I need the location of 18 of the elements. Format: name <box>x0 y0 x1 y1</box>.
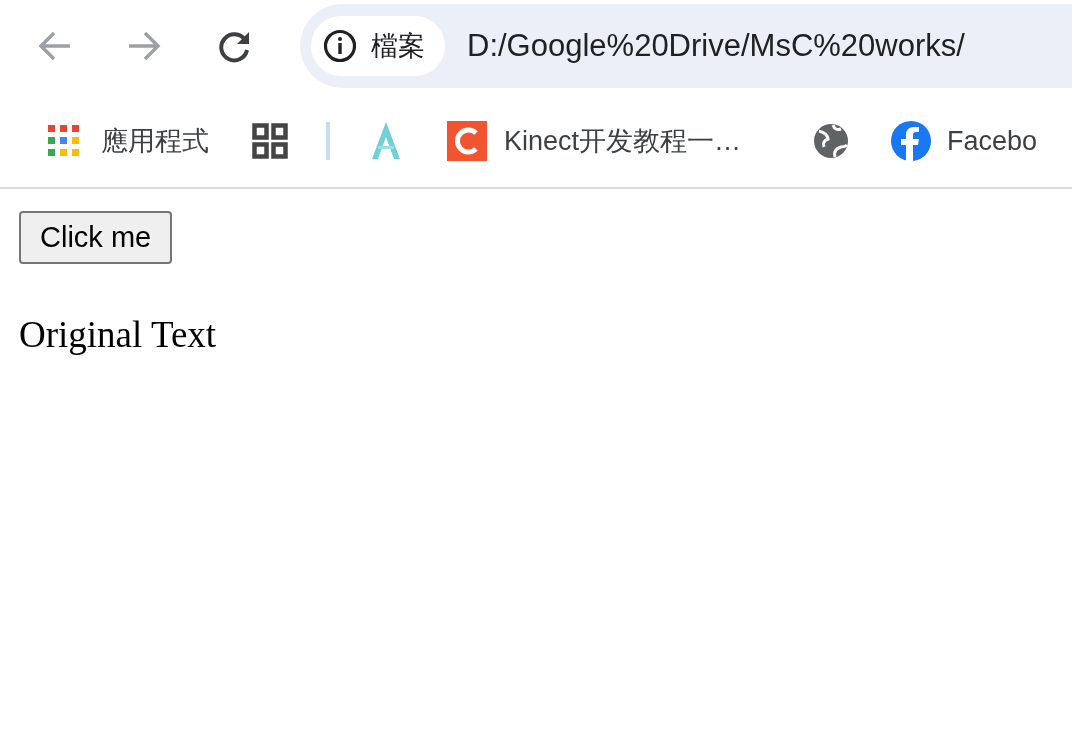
paragraph-text: Original Text <box>19 313 218 357</box>
bookmark-item[interactable]: Facebo <box>891 120 1038 162</box>
bookmark-item[interactable]: 應用程式 <box>47 120 209 162</box>
grid-icon[interactable] <box>252 123 288 159</box>
info-icon <box>323 29 357 63</box>
forward-icon[interactable] <box>127 30 161 62</box>
back-icon[interactable] <box>38 30 72 62</box>
click-me-button[interactable]: Click me <box>19 211 173 264</box>
security-chip[interactable]: 檔案 <box>311 16 445 76</box>
url-text: D:/Google%20Drive/MsC%20works/ <box>467 26 965 65</box>
address-bar[interactable]: 檔案 D:/Google%20Drive/MsC%20works/ <box>300 4 1072 88</box>
social-logo-icon <box>891 121 932 161</box>
bookmark-item[interactable]: Kinect开发教程一… <box>447 120 742 162</box>
reload-icon[interactable] <box>218 30 252 64</box>
bookmark-separator <box>326 122 330 160</box>
c-logo-icon <box>447 121 487 161</box>
apps-icon <box>47 124 81 158</box>
globe-icon[interactable] <box>813 123 850 159</box>
